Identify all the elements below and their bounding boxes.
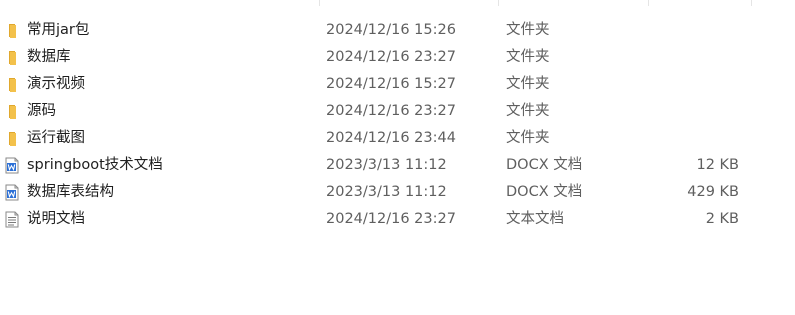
folder-icon — [9, 132, 16, 146]
file-size: 12 KB — [696, 157, 739, 173]
file-date-modified: 2023/3/13 11:12 — [326, 184, 447, 200]
file-size: 429 KB — [687, 184, 739, 200]
file-name: 数据库 — [27, 49, 71, 65]
file-type: 文件夹 — [506, 49, 550, 65]
text-document-icon — [5, 211, 19, 228]
word-document-icon — [5, 184, 19, 201]
file-row[interactable]: 数据库 2024/12/16 23:27 文件夹 — [0, 44, 795, 71]
column-divider-end[interactable] — [751, 0, 752, 6]
file-date-modified: 2024/12/16 23:27 — [326, 103, 456, 119]
folder-icon — [9, 105, 16, 119]
file-name: 常用jar包 — [27, 22, 90, 38]
word-document-icon — [5, 157, 19, 174]
file-row[interactable]: 数据库表结构 2023/3/13 11:12 DOCX 文档 429 KB — [0, 179, 795, 206]
file-size: 2 KB — [705, 211, 739, 227]
file-type: 文件夹 — [506, 76, 550, 92]
file-date-modified: 2024/12/16 23:44 — [326, 130, 456, 146]
file-name: 源码 — [27, 103, 56, 119]
file-date-modified: 2024/12/16 15:26 — [326, 22, 456, 38]
file-type: 文件夹 — [506, 22, 550, 38]
file-date-modified: 2024/12/16 23:27 — [326, 211, 456, 227]
file-name: 演示视频 — [27, 76, 85, 92]
file-row[interactable]: 常用jar包 2024/12/16 15:26 文件夹 — [0, 17, 795, 44]
file-name: 说明文档 — [27, 211, 85, 227]
file-row[interactable]: 说明文档 2024/12/16 23:27 文本文档 2 KB — [0, 206, 795, 233]
folder-icon — [9, 51, 16, 65]
file-row[interactable]: springboot技术文档 2023/3/13 11:12 DOCX 文档 1… — [0, 152, 795, 179]
column-divider-size[interactable] — [648, 0, 649, 6]
file-name: 数据库表结构 — [27, 184, 114, 200]
file-rows: 常用jar包 2024/12/16 15:26 文件夹 数据库 2024/12/… — [0, 17, 795, 233]
file-date-modified: 2024/12/16 15:27 — [326, 76, 456, 92]
file-row[interactable]: 源码 2024/12/16 23:27 文件夹 — [0, 98, 795, 125]
file-list-pane: 常用jar包 2024/12/16 15:26 文件夹 数据库 2024/12/… — [0, 0, 795, 315]
file-type: 文件夹 — [506, 130, 550, 146]
folder-icon — [9, 24, 16, 38]
file-type: 文件夹 — [506, 103, 550, 119]
file-type: 文本文档 — [506, 211, 564, 227]
column-divider-date[interactable] — [319, 0, 320, 6]
file-name: 运行截图 — [27, 130, 85, 146]
file-date-modified: 2024/12/16 23:27 — [326, 49, 456, 65]
file-row[interactable]: 运行截图 2024/12/16 23:44 文件夹 — [0, 125, 795, 152]
file-name: springboot技术文档 — [27, 157, 163, 173]
file-row[interactable]: 演示视频 2024/12/16 15:27 文件夹 — [0, 71, 795, 98]
file-date-modified: 2023/3/13 11:12 — [326, 157, 447, 173]
column-divider-type[interactable] — [498, 0, 499, 6]
file-type: DOCX 文档 — [506, 184, 583, 200]
folder-icon — [9, 78, 16, 92]
file-type: DOCX 文档 — [506, 157, 583, 173]
